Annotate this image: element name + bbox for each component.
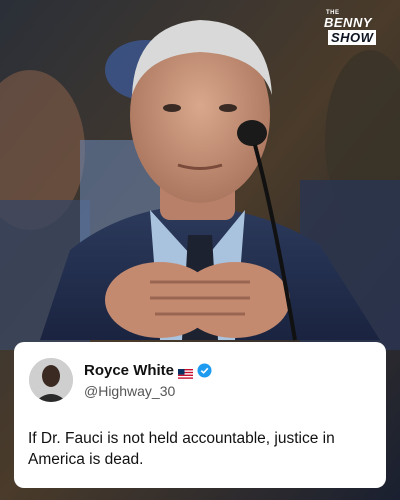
benny-show-logo: THE BENNY SHOW: [324, 10, 388, 47]
author-name[interactable]: Royce White: [84, 362, 174, 379]
us-flag-icon: [178, 366, 194, 379]
author-row: Royce White: [84, 362, 212, 379]
avatar[interactable]: [29, 358, 73, 402]
post-image: THE BENNY SHOW Royce White @Highway_30 I…: [0, 0, 400, 500]
avatar-image: [29, 358, 73, 402]
tweet-text: If Dr. Fauci is not held accountable, ju…: [28, 430, 335, 468]
tweet-card[interactable]: Royce White @Highway_30 If Dr. Fauci is …: [14, 342, 386, 488]
logo-benny: BENNY: [324, 15, 373, 30]
logo-show: SHOW: [328, 30, 377, 45]
author-handle[interactable]: @Highway_30: [84, 383, 175, 399]
verified-badge-icon: [197, 363, 212, 378]
